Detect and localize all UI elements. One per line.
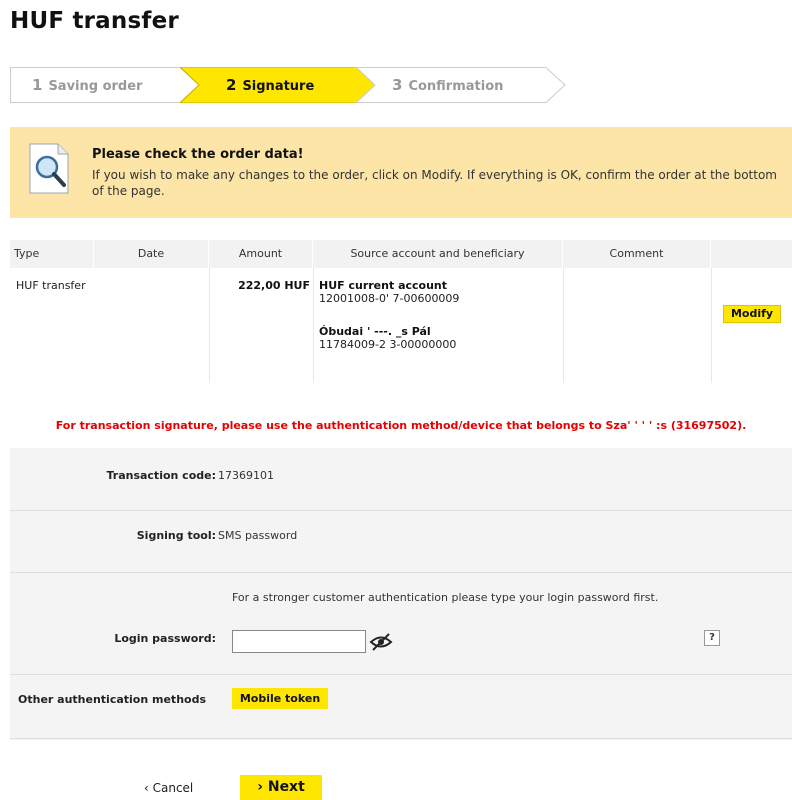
login-password-label: Login password: (114, 632, 216, 645)
step-label: Signature (242, 79, 315, 94)
progress-steps: 1 Saving order 2 Signature 3 Confirmation (10, 67, 570, 103)
col-comment: Comment (563, 240, 711, 268)
signature-form: Transaction code: 17369101 Signing tool:… (10, 448, 792, 740)
mobile-token-button[interactable]: Mobile token (232, 688, 328, 709)
beneficiary-account-number: 11784009-2 3-00000000 (319, 338, 457, 351)
signing-tool-value: SMS password (218, 529, 298, 542)
notice-title: Please check the order data! (92, 147, 304, 162)
table-row: HUF transfer 222,00 HUF HUF current acco… (10, 268, 792, 383)
col-actions (711, 240, 792, 268)
beneficiary-name: Óbudai ' ---. _s Pál (319, 325, 431, 338)
step-confirmation: 3 Confirmation (356, 67, 566, 103)
other-methods-label: Other authentication methods (18, 693, 206, 706)
transaction-code-value: 17369101 (218, 469, 274, 482)
step-saving-order: 1 Saving order (10, 67, 200, 103)
signature-warning: For transaction signature, please use th… (55, 419, 747, 432)
login-hint: For a stronger customer authentication p… (232, 591, 659, 604)
cancel-link[interactable]: ‹ Cancel (144, 781, 193, 795)
help-button[interactable]: ? (704, 630, 720, 646)
col-date: Date (94, 240, 209, 268)
next-button[interactable]: › Next (240, 775, 322, 800)
col-amount: Amount (209, 240, 313, 268)
col-type: Type (10, 240, 94, 268)
table-header: Type Date Amount Source account and bene… (10, 240, 792, 268)
col-source: Source account and beneficiary (313, 240, 563, 268)
signing-tool-label: Signing tool: (136, 529, 216, 542)
transaction-code-label: Transaction code: (106, 469, 216, 482)
row-source: HUF current account 12001008-0' 7-006000… (319, 279, 559, 351)
page-title: HUF transfer (10, 8, 179, 34)
magnifier-icon (28, 143, 74, 199)
notice-text: If you wish to make any changes to the o… (92, 168, 777, 198)
login-password-input[interactable] (232, 630, 366, 653)
step-label: Confirmation (408, 79, 504, 94)
modify-button[interactable]: Modify (723, 305, 781, 323)
order-table: Type Date Amount Source account and bene… (10, 240, 792, 383)
row-type: HUF transfer (16, 279, 86, 292)
check-order-notice: Please check the order data! If you wish… (10, 127, 792, 218)
source-account-number: 12001008-0' 7-00600009 (319, 292, 460, 305)
show-password-eye-icon[interactable] (369, 631, 393, 653)
source-account-name: HUF current account (319, 279, 448, 292)
step-signature: 2 Signature (180, 67, 380, 103)
row-amount: 222,00 HUF (238, 279, 310, 292)
step-label: Saving order (48, 79, 143, 94)
